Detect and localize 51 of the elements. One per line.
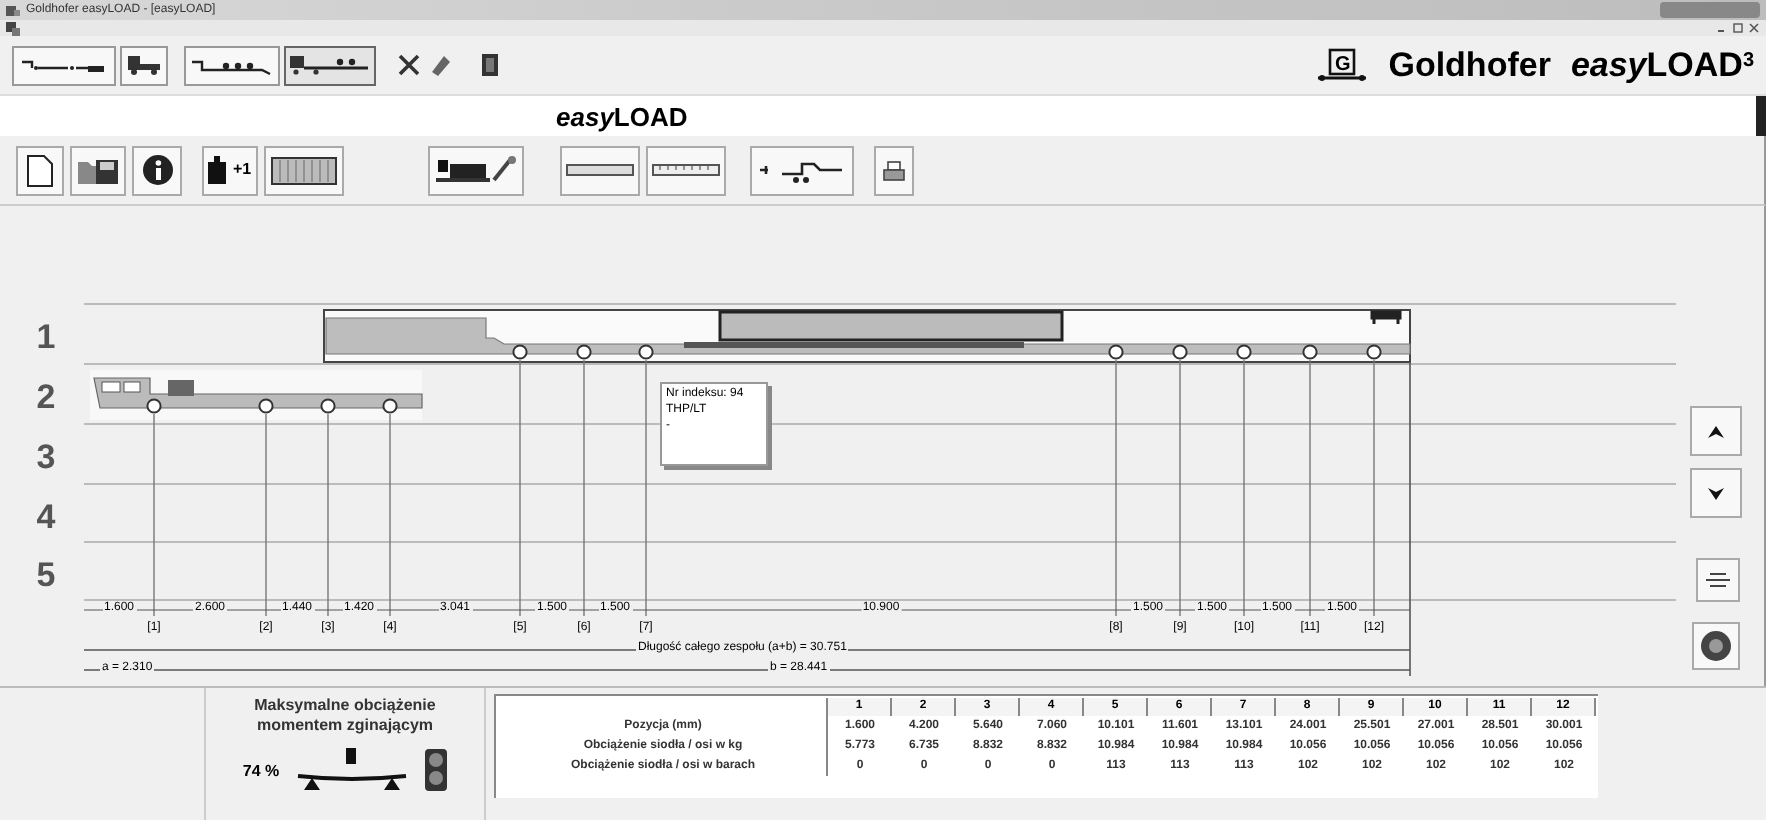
coupling-offset-button[interactable] xyxy=(750,145,854,195)
row-number: 3 xyxy=(34,440,58,474)
load-edit-button[interactable] xyxy=(428,145,524,195)
document-icon xyxy=(6,21,20,35)
moment-percentage: 74 % xyxy=(242,764,280,780)
app-heading: easyLOAD xyxy=(556,103,688,129)
wheel-button[interactable] xyxy=(1692,622,1740,670)
app-icon xyxy=(6,3,20,17)
info-icon xyxy=(141,154,173,186)
scale-icon xyxy=(1704,570,1732,590)
moment-title: Maksymalne obciążenie momentem zginającym xyxy=(252,696,438,736)
traffic-light-icon xyxy=(423,748,448,792)
truck-icon xyxy=(126,54,162,76)
ruler-icon xyxy=(566,164,634,176)
info-button[interactable] xyxy=(132,145,182,195)
add-weight-button[interactable]: +1 xyxy=(202,145,258,195)
blank-page-icon xyxy=(26,153,54,187)
row-number: 5 xyxy=(34,558,58,592)
scale-button[interactable] xyxy=(1696,558,1740,602)
truck-trailer-icon xyxy=(288,54,372,76)
weight-icon xyxy=(208,156,227,184)
row-number: 4 xyxy=(34,500,58,534)
ruler-icon xyxy=(652,164,720,176)
row-number: 2 xyxy=(34,380,58,414)
folder-disk-icon xyxy=(76,155,120,185)
brand-name: Goldhofer xyxy=(1388,48,1551,82)
tire-icon xyxy=(1700,630,1732,662)
coupling-button[interactable] xyxy=(12,45,116,85)
container-icon xyxy=(270,155,338,185)
ruler-ticks-button[interactable] xyxy=(646,145,726,195)
eraser-icon[interactable] xyxy=(426,52,452,78)
beam-balance-icon xyxy=(295,748,408,792)
load-brush-icon xyxy=(434,153,518,187)
product-name: easyLOAD$^{3}$ xyxy=(1570,48,1754,82)
trailer-button[interactable] xyxy=(184,45,280,85)
new-file-button[interactable] xyxy=(16,145,64,195)
move-up-button[interactable] xyxy=(1690,406,1742,456)
truck-trailer-button[interactable] xyxy=(284,45,376,85)
print-button[interactable] xyxy=(874,145,914,195)
row-number: 1 xyxy=(34,320,58,354)
container-button[interactable] xyxy=(264,145,344,195)
trailer-icon xyxy=(190,55,274,75)
child-window-controls[interactable] xyxy=(1716,22,1760,34)
printer-icon xyxy=(882,159,906,181)
truck-button[interactable] xyxy=(120,45,168,85)
move-down-button[interactable] xyxy=(1690,468,1742,518)
ruler-button[interactable] xyxy=(560,145,640,195)
down-arrow-icon xyxy=(1706,485,1726,501)
up-arrow-icon xyxy=(1706,423,1726,439)
coupling-icon xyxy=(20,55,108,75)
open-save-button[interactable] xyxy=(70,145,126,195)
